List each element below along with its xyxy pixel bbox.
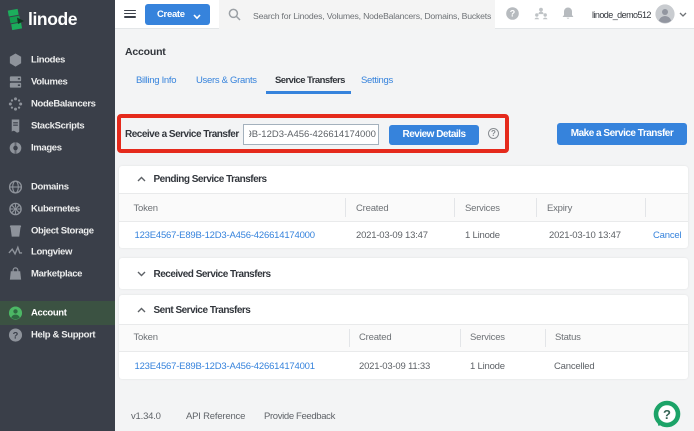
svg-text:?: ? <box>510 9 516 19</box>
svg-text:?: ? <box>663 407 671 422</box>
svg-text:?: ? <box>13 330 19 340</box>
